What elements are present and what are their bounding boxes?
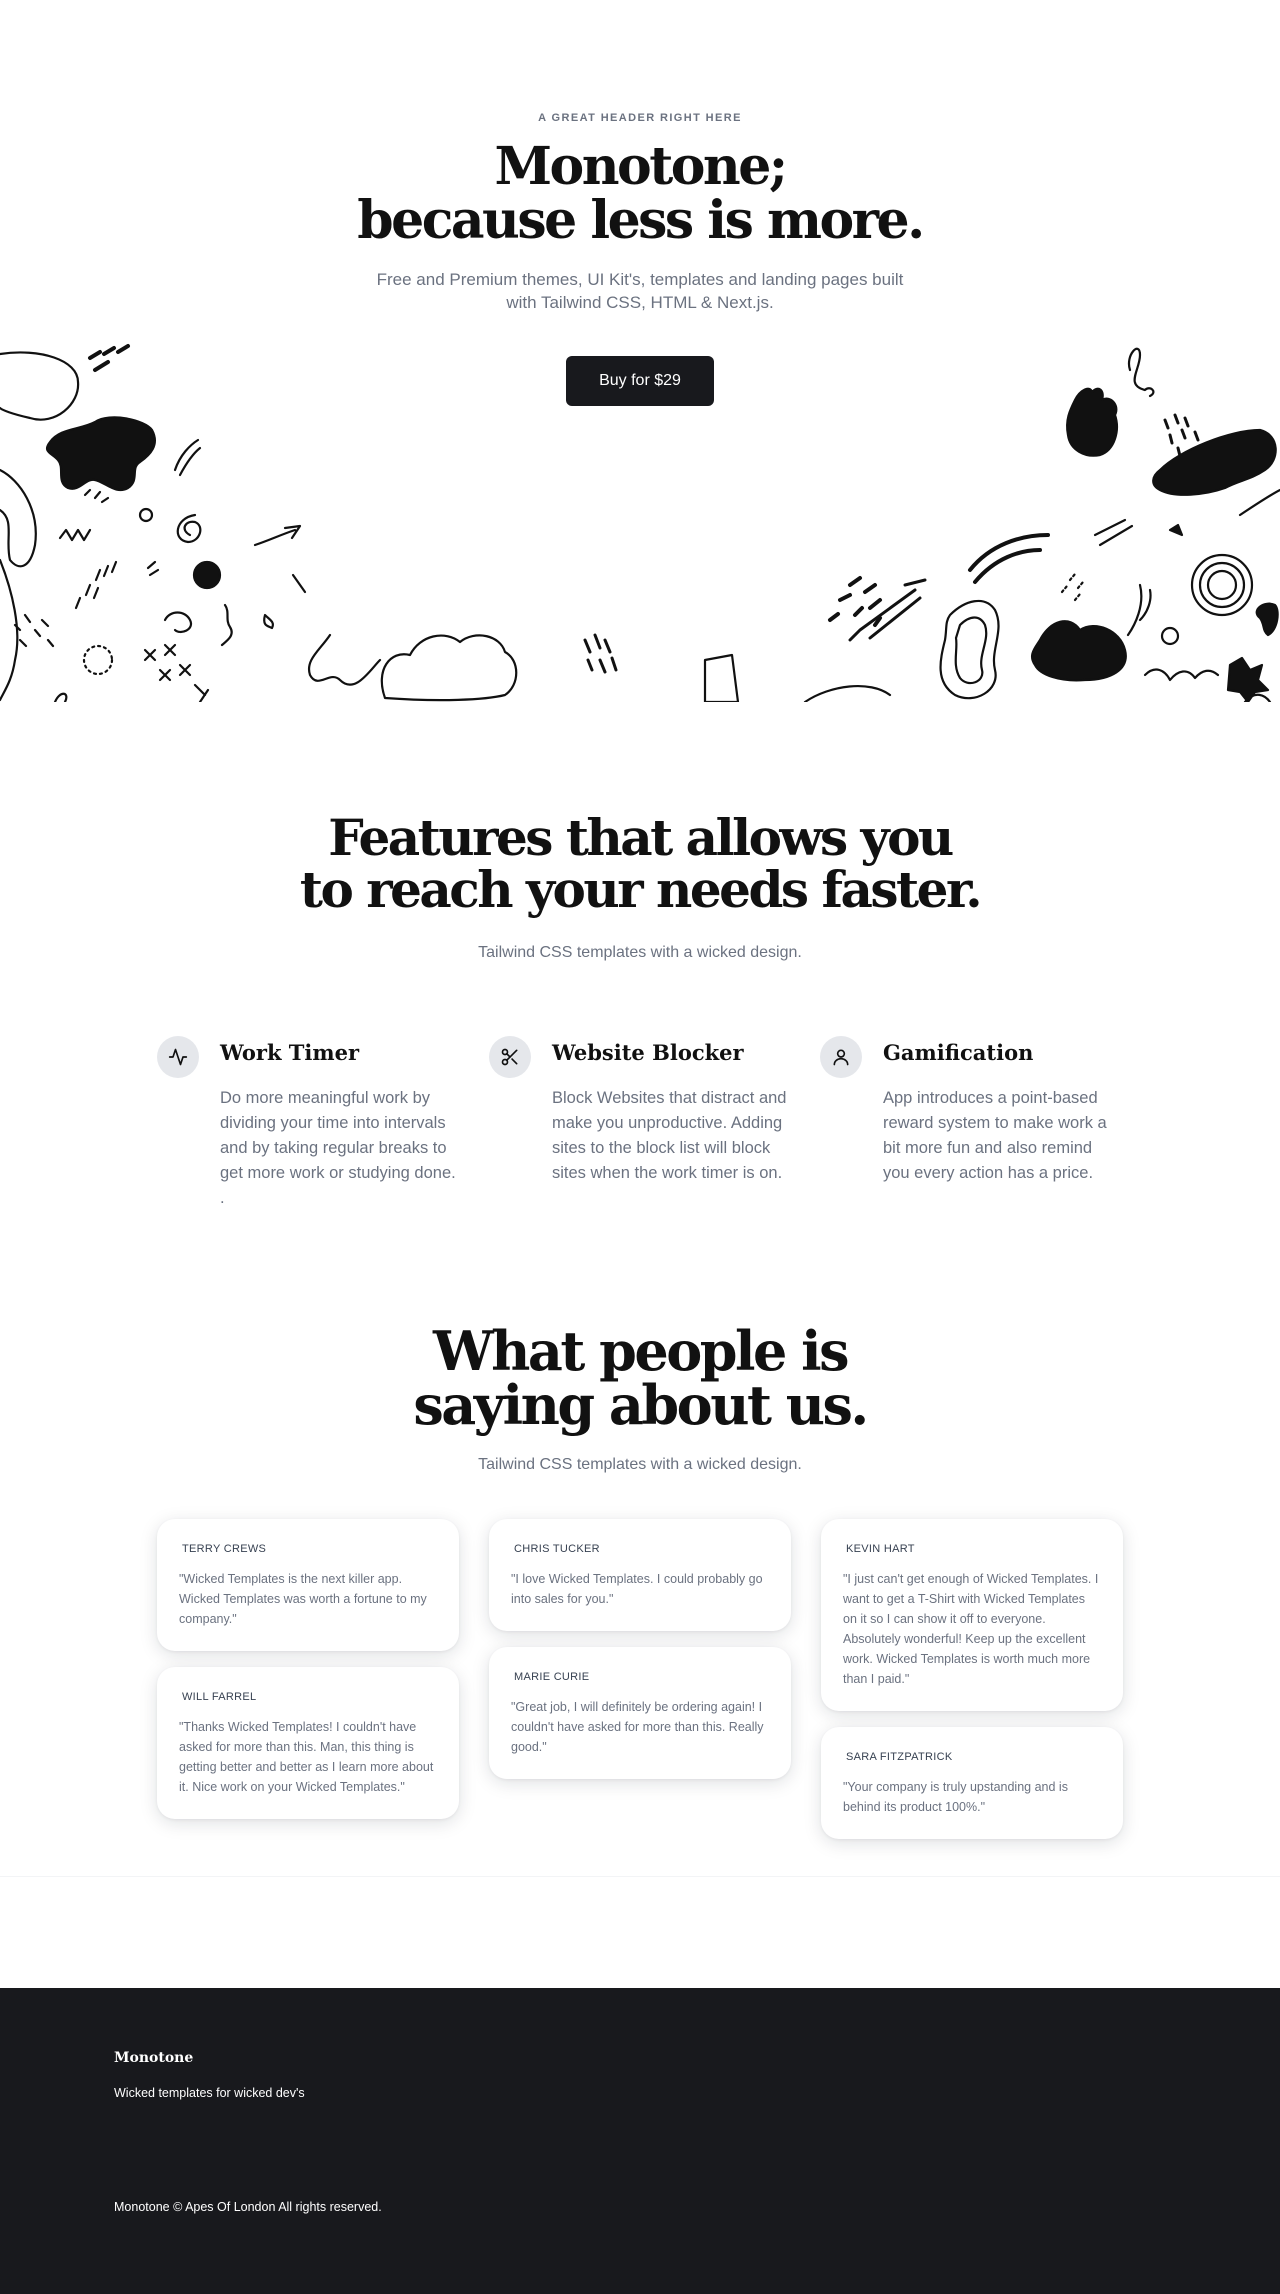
testimonial-quote: "Your company is truly upstanding and is… (843, 1780, 1068, 1814)
testimonials-title-line-2: saying about us. (413, 1373, 869, 1437)
testimonial-column-3: KEVIN HART "I just can't get enough of W… (821, 1519, 1123, 1839)
testimonial-quote: "Great job, I will definitely be orderin… (511, 1700, 764, 1754)
testimonial-column-1: TERRY CREWS "Wicked Templates is the nex… (157, 1519, 459, 1819)
testimonial-quote: "I just can't get enough of Wicked Templ… (843, 1572, 1099, 1686)
hero-subtitle: Free and Premium themes, UI Kit's, templ… (376, 270, 904, 312)
testimonial-quote: "Wicked Templates is the next killer app… (179, 1572, 427, 1626)
footer: Monotone Wicked templates for wicked dev… (0, 1988, 1280, 2294)
hero-title-line-1: Monotone; (494, 136, 788, 197)
features-section: Features that allows you to reach your n… (0, 702, 1280, 1282)
testimonial-author: CHRIS TUCKER (514, 1543, 600, 1555)
hero-eyebrow: A GREAT HEADER RIGHT HERE (538, 112, 742, 124)
feature-text: Block Websites that distract and make yo… (552, 1089, 787, 1182)
footer-tagline: Wicked templates for wicked dev's (114, 2086, 305, 2100)
section-spacer (0, 1876, 1280, 1988)
testimonials-title-line-1: What people is (432, 1319, 850, 1383)
testimonials-title: What people is saying about us. (0, 1324, 1280, 1432)
testimonial-author: SARA FITZPATRICK (846, 1751, 953, 1763)
testimonial-author: TERRY CREWS (182, 1543, 267, 1555)
feature-title: Work Timer (220, 1040, 360, 1065)
testimonial-card: CHRIS TUCKER "I love Wicked Templates. I… (489, 1519, 791, 1631)
testimonial-quote: "I love Wicked Templates. I could probab… (511, 1572, 763, 1606)
features-title: Features that allows you to reach your n… (0, 812, 1280, 916)
testimonial-card: SARA FITZPATRICK "Your company is truly … (821, 1727, 1123, 1839)
testimonial-column-2: CHRIS TUCKER "I love Wicked Templates. I… (489, 1519, 791, 1779)
feature-title: Website Blocker (552, 1040, 744, 1065)
user-icon (820, 1036, 862, 1078)
features-title-line-1: Features that allows you (328, 808, 954, 867)
feature-text: Do more meaningful work by dividing your… (220, 1089, 456, 1207)
testimonial-author: KEVIN HART (846, 1543, 915, 1555)
testimonial-card: KEVIN HART "I just can't get enough of W… (821, 1519, 1123, 1711)
footer-brand[interactable]: Monotone (114, 2050, 193, 2066)
testimonial-card: WILL FARREL "Thanks Wicked Templates! I … (157, 1667, 459, 1819)
testimonials-section: What people is saying about us. Tailwind… (0, 1282, 1280, 1876)
testimonial-author: WILL FARREL (182, 1691, 257, 1703)
feature-text: App introduces a point-based reward syst… (883, 1089, 1107, 1182)
testimonial-quote: "Thanks Wicked Templates! I couldn't hav… (179, 1720, 434, 1794)
hero-section: A GREAT HEADER RIGHT HERE Monotone; beca… (0, 0, 1280, 702)
hero-title-line-2: because less is more. (357, 190, 925, 251)
testimonial-card: TERRY CREWS "Wicked Templates is the nex… (157, 1519, 459, 1651)
testimonials-subtitle: Tailwind CSS templates with a wicked des… (478, 1456, 802, 1473)
footer-copyright: Monotone © Apes Of London All rights res… (114, 2200, 382, 2214)
feature-title: Gamification (883, 1040, 1034, 1065)
activity-icon (157, 1036, 199, 1078)
hero-title: Monotone; because less is more. (0, 140, 1280, 248)
features-subtitle: Tailwind CSS templates with a wicked des… (478, 944, 802, 961)
testimonial-author: MARIE CURIE (514, 1671, 590, 1683)
scissors-icon (489, 1036, 531, 1078)
doodle-illustration (0, 344, 1280, 702)
testimonial-card: MARIE CURIE "Great job, I will definitel… (489, 1647, 791, 1779)
features-title-line-2: to reach your needs faster. (299, 860, 983, 919)
